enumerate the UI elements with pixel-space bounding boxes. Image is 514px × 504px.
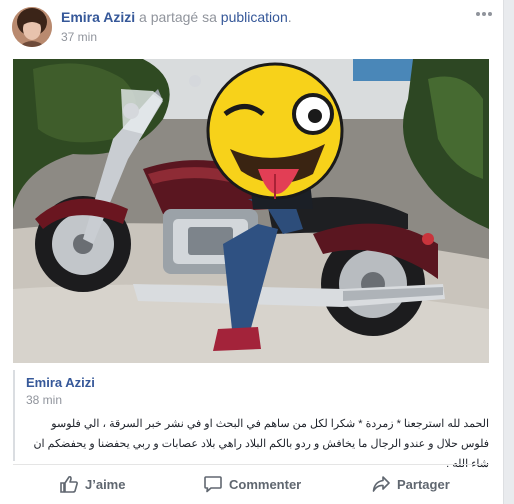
emoji-tongue-icon xyxy=(206,62,344,200)
like-thumb-icon xyxy=(60,475,78,493)
post-timestamp[interactable]: 37 min xyxy=(61,30,97,44)
comment-bubble-icon xyxy=(204,476,222,493)
publication-link[interactable]: publication xyxy=(221,9,288,25)
author-name[interactable]: Emira Azizi xyxy=(61,9,135,25)
actions-divider xyxy=(13,464,489,465)
shared-post: Emira Azizi 38 min الحمد لله استرجعنا * … xyxy=(13,370,491,470)
post-card: Emira Azizi a partagé sa publication. 37… xyxy=(0,0,504,504)
shared-post-text: الحمد لله استرجعنا * زمردة * شكرا لكل من… xyxy=(33,418,489,470)
share-button[interactable]: Partager xyxy=(372,466,450,502)
comment-label: Commenter xyxy=(229,476,302,492)
comment-button[interactable]: Commenter xyxy=(204,466,301,502)
headline-period: . xyxy=(287,9,292,25)
like-button[interactable]: J’aime xyxy=(60,466,125,502)
shared-timestamp[interactable]: 38 min xyxy=(26,393,62,407)
share-action-text: a partagé sa xyxy=(135,9,221,25)
post-header: Emira Azizi a partagé sa publication. 37… xyxy=(0,0,503,56)
post-actions-bar: J’aime Commenter Partager xyxy=(0,466,503,502)
avatar[interactable] xyxy=(12,7,52,47)
more-options-icon[interactable] xyxy=(475,9,493,19)
share-label: Partager xyxy=(397,476,450,492)
shared-author-name[interactable]: Emira Azizi xyxy=(26,375,95,390)
post-photo[interactable] xyxy=(13,59,489,363)
like-label: J’aime xyxy=(85,476,126,492)
share-arrow-icon xyxy=(372,476,390,492)
share-headline: Emira Azizi a partagé sa publication. xyxy=(61,9,292,25)
